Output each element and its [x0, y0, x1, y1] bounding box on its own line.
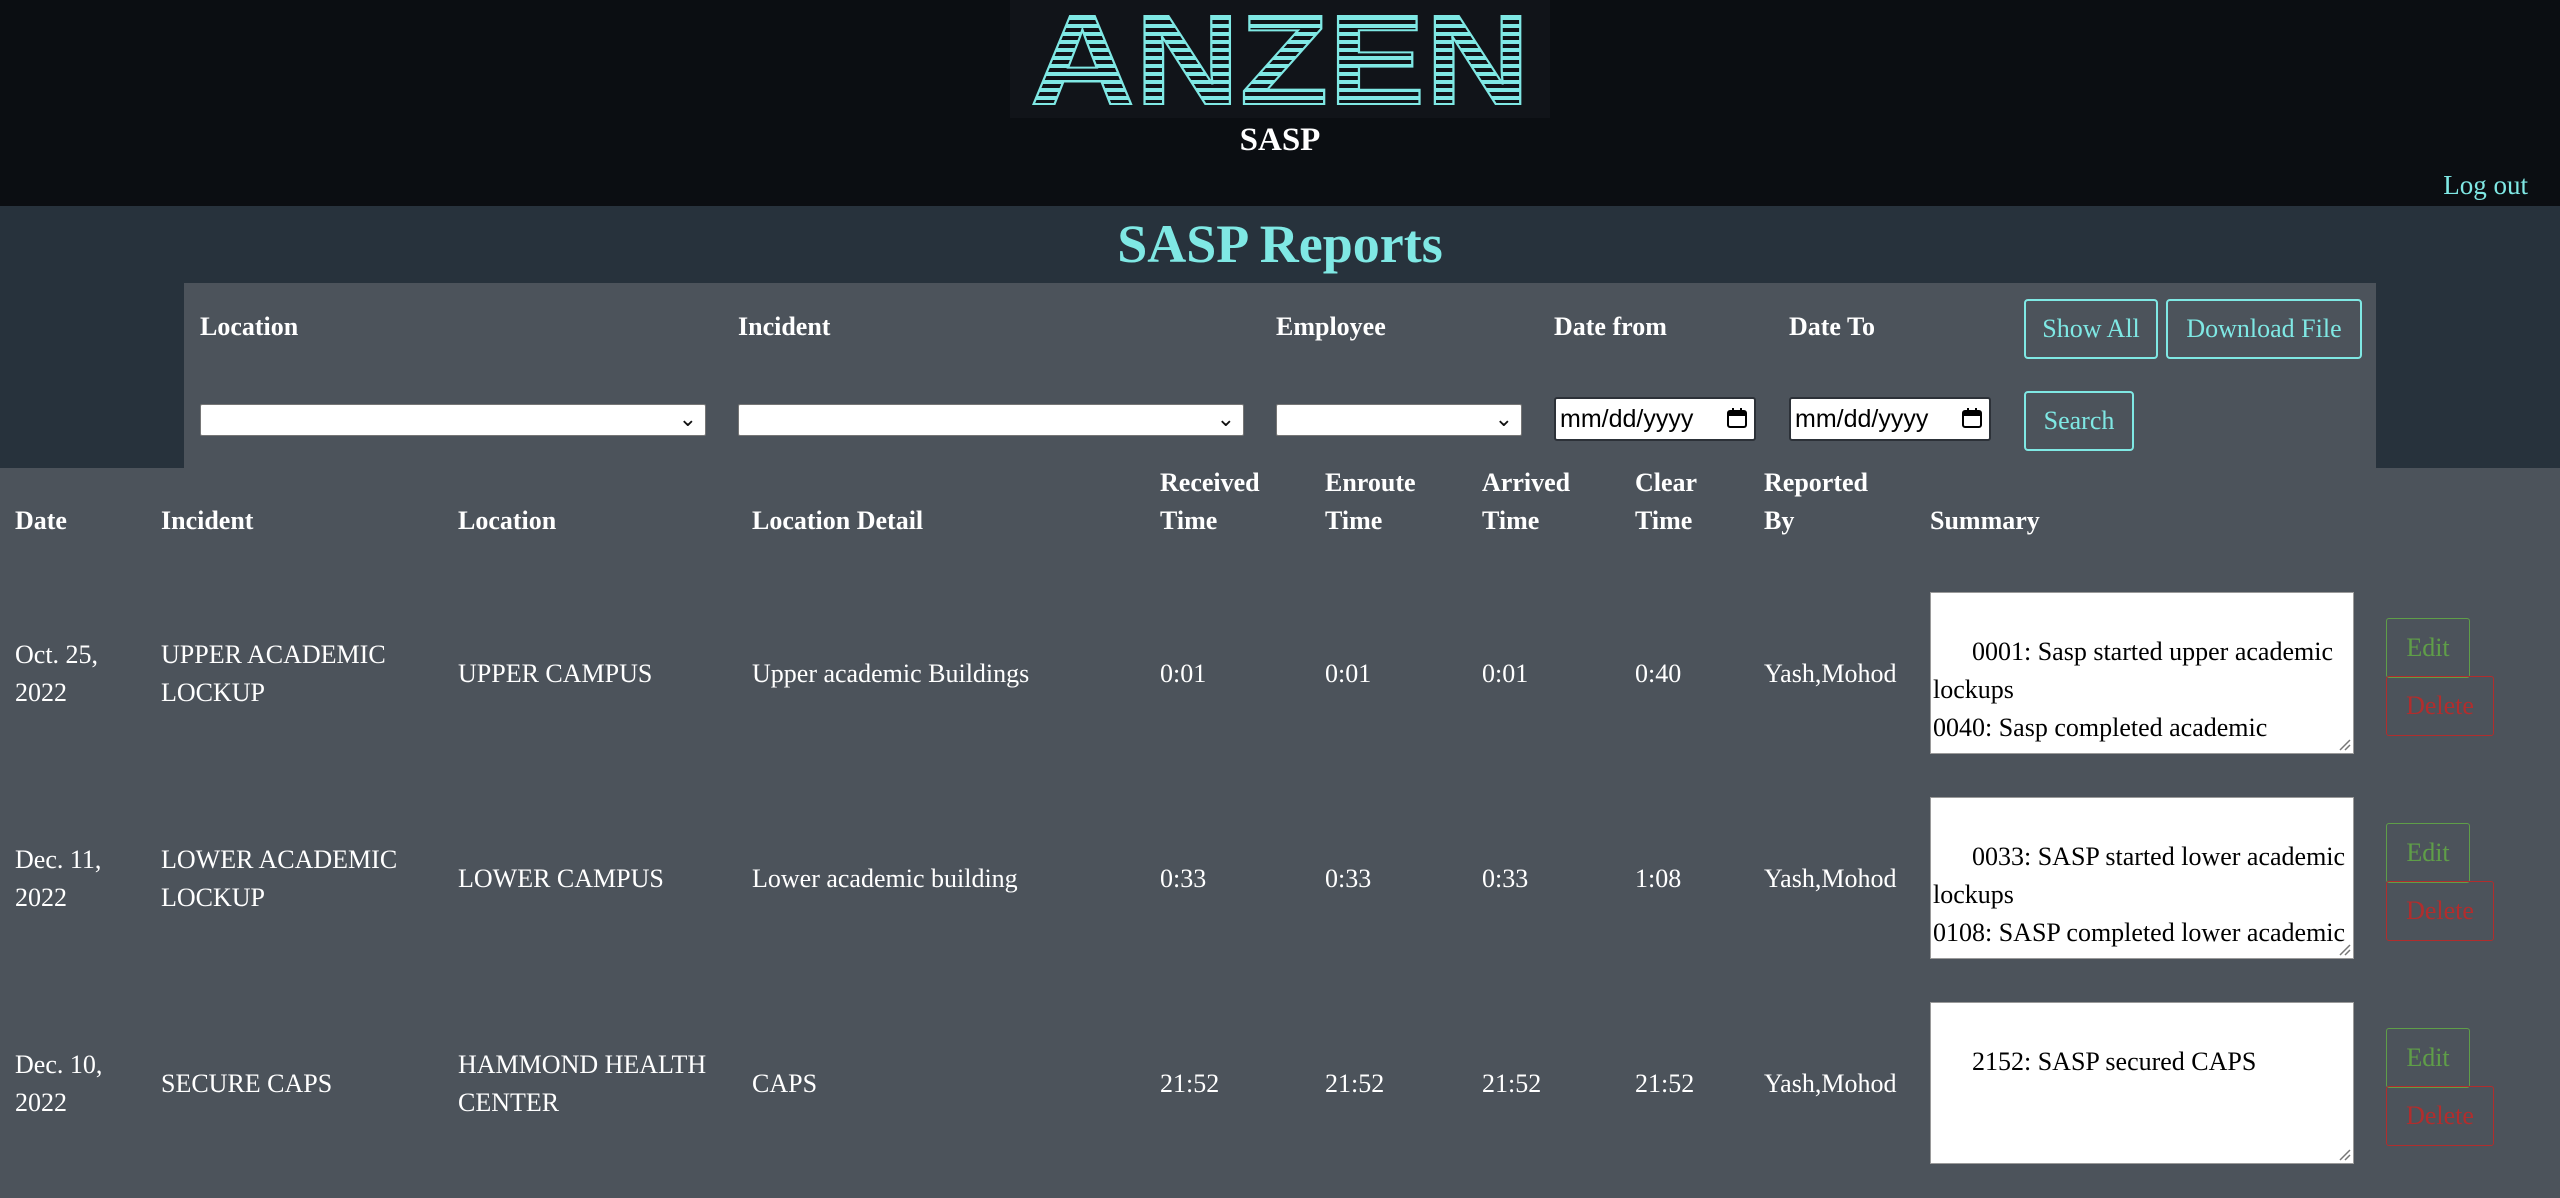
logout-link[interactable]: Log out	[2443, 170, 2528, 201]
row-location: UPPER CAMPUS	[458, 659, 653, 688]
calendar-icon	[1962, 408, 1982, 428]
row-location: HAMMOND HEALTH CENTER	[458, 1050, 707, 1117]
incident-select[interactable]: ⌄	[738, 404, 1244, 436]
date-to-input[interactable]: mm/dd/yyyy	[1789, 397, 1991, 441]
date-from-placeholder: mm/dd/yyyy	[1560, 405, 1694, 433]
row-arrived-time: 21:52	[1482, 1069, 1542, 1098]
date-from-input[interactable]: mm/dd/yyyy	[1554, 397, 1756, 441]
date-to-placeholder: mm/dd/yyyy	[1795, 405, 1929, 433]
row-location: LOWER CAMPUS	[458, 864, 664, 893]
row-location-detail: CAPS	[752, 1069, 818, 1098]
header-summary: Summary	[1930, 506, 2040, 535]
header-reported-by: Reported By	[1764, 468, 1868, 535]
edit-button[interactable]: Edit	[2386, 823, 2470, 883]
header-received-time: Received Time	[1160, 468, 1260, 535]
row-location-detail: Upper academic Buildings	[752, 659, 1030, 688]
header-clear-time: Clear Time	[1635, 468, 1698, 535]
row-incident: LOWER ACADEMIC LOCKUP	[161, 845, 398, 912]
row-enroute-time: 0:01	[1325, 659, 1372, 688]
header-incident: Incident	[161, 506, 254, 535]
row-date: Dec. 10, 2022	[15, 1050, 103, 1117]
row-received-time: 0:01	[1160, 659, 1207, 688]
row-enroute-time: 21:52	[1325, 1069, 1385, 1098]
row-received-time: 21:52	[1160, 1069, 1220, 1098]
show-all-button[interactable]: Show All	[2024, 299, 2158, 359]
row-received-time: 0:33	[1160, 864, 1207, 893]
row-location-detail: Lower academic building	[752, 864, 1018, 893]
delete-button[interactable]: Delete	[2386, 676, 2494, 736]
chevron-down-icon: ⌄	[1494, 407, 1513, 432]
row-incident: UPPER ACADEMIC LOCKUP	[161, 640, 386, 707]
summary-textarea[interactable]: 2152: SASP secured CAPS	[1930, 1002, 2354, 1164]
top-header: ANZEN SASP Log out	[0, 0, 2560, 206]
header-location-detail: Location Detail	[752, 506, 924, 535]
chevron-down-icon: ⌄	[1216, 407, 1235, 432]
edit-button[interactable]: Edit	[2386, 618, 2470, 678]
logo-text: ANZEN	[1030, 0, 1530, 118]
summary-textarea[interactable]: 0033: SASP started lower academic lockup…	[1930, 797, 2354, 959]
delete-button[interactable]: Delete	[2386, 1086, 2494, 1146]
employee-select[interactable]: ⌄	[1276, 404, 1522, 436]
header-date: Date	[15, 506, 67, 535]
location-select[interactable]: ⌄	[200, 404, 706, 436]
row-reported-by: Yash,Mohod	[1764, 1069, 1897, 1098]
summary-textarea[interactable]: 0001: Sasp started upper academic lockup…	[1930, 592, 2354, 754]
row-reported-by: Yash,Mohod	[1764, 659, 1897, 688]
date-to-label: Date To	[1789, 312, 1875, 341]
page-title: SASP Reports	[1117, 214, 1443, 274]
row-clear-time: 21:52	[1635, 1069, 1695, 1098]
site-subtitle: SASP	[1239, 122, 1321, 158]
resize-grip-icon[interactable]	[2337, 942, 2351, 956]
row-reported-by: Yash,Mohod	[1764, 864, 1897, 893]
search-button[interactable]: Search	[2024, 391, 2134, 451]
incident-filter-label: Incident	[738, 312, 831, 341]
date-from-label: Date from	[1554, 312, 1667, 341]
filter-panel: Location Incident Employee Date from Dat…	[184, 283, 2376, 468]
row-incident: SECURE CAPS	[161, 1069, 333, 1098]
row-arrived-time: 0:01	[1482, 659, 1529, 688]
calendar-icon	[1727, 408, 1747, 428]
row-date: Oct. 25, 2022	[15, 640, 99, 707]
reports-table: Date Incident Location Location Detail R…	[0, 468, 2560, 1198]
anzen-logo-graphic: ANZEN	[1029, 0, 1531, 118]
chevron-down-icon: ⌄	[678, 407, 697, 432]
location-filter-label: Location	[200, 312, 299, 341]
header-arrived-time: Arrived Time	[1482, 468, 1571, 535]
resize-grip-icon[interactable]	[2337, 1147, 2351, 1161]
row-clear-time: 0:40	[1635, 659, 1682, 688]
header-location: Location	[458, 506, 557, 535]
row-enroute-time: 0:33	[1325, 864, 1372, 893]
edit-button[interactable]: Edit	[2386, 1028, 2470, 1088]
row-date: Dec. 11, 2022	[15, 845, 102, 912]
download-file-button[interactable]: Download File	[2166, 299, 2362, 359]
employee-filter-label: Employee	[1276, 312, 1386, 341]
header-enroute-time: Enroute Time	[1325, 468, 1416, 535]
delete-button[interactable]: Delete	[2386, 881, 2494, 941]
resize-grip-icon[interactable]	[2337, 737, 2351, 751]
row-arrived-time: 0:33	[1482, 864, 1529, 893]
row-clear-time: 1:08	[1635, 864, 1682, 893]
anzen-logo: ANZEN	[1010, 0, 1550, 118]
